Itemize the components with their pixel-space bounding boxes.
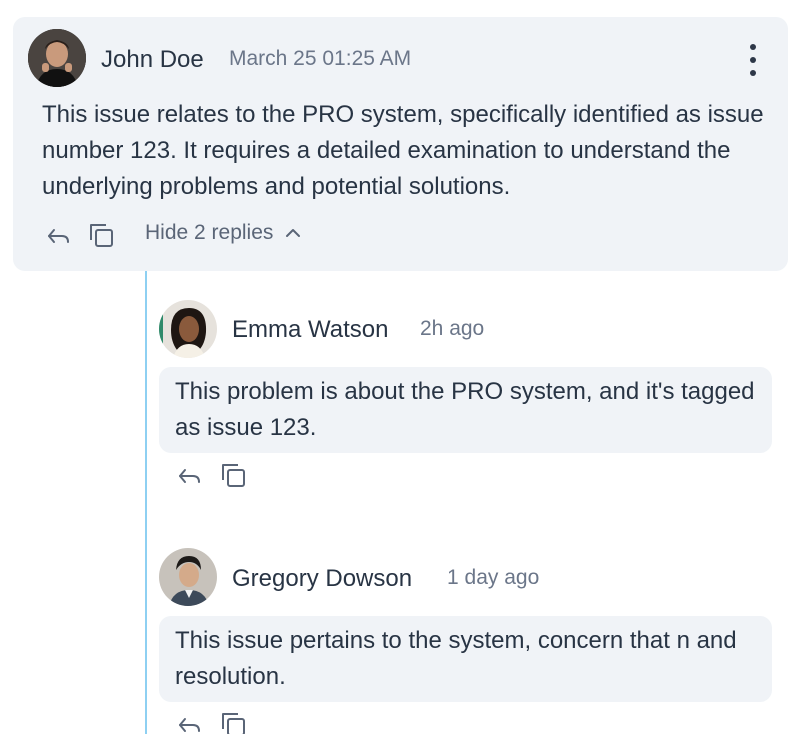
- reply-timestamp: 1 day ago: [447, 566, 540, 589]
- reply-text: This issue pertains to the system, conce…: [175, 627, 737, 690]
- reply-author-name[interactable]: Emma Watson: [232, 316, 388, 344]
- copy-icon: [90, 224, 113, 247]
- more-vertical-icon: [750, 44, 756, 50]
- chevron-up-icon: [286, 229, 301, 237]
- comment-thread: John Doe March 25 01:25 AM This issue re…: [0, 0, 802, 734]
- copy-button[interactable]: [86, 220, 116, 250]
- reply-icon: [179, 469, 200, 483]
- reply-text-bubble: This issue pertains to the system, conce…: [159, 616, 772, 702]
- reply-author-name[interactable]: Gregory Dowson: [232, 565, 412, 593]
- comment-author-name[interactable]: John Doe: [101, 46, 204, 74]
- comment-timestamp: March 25 01:25 AM: [229, 47, 412, 70]
- thread-line: [145, 271, 147, 734]
- hide-replies-toggle[interactable]: Hide 2 replies: [145, 221, 303, 245]
- more-options-button[interactable]: [738, 42, 768, 78]
- reply-button[interactable]: [175, 711, 205, 734]
- copy-button[interactable]: [218, 709, 248, 734]
- avatar[interactable]: [159, 300, 217, 358]
- avatar[interactable]: [159, 548, 217, 606]
- reply-text: This problem is about the PRO system, an…: [175, 378, 755, 441]
- copy-button[interactable]: [218, 460, 248, 490]
- reply-timestamp: 2h ago: [420, 317, 485, 340]
- reply-button[interactable]: [44, 222, 74, 252]
- reply-icon: [179, 718, 200, 732]
- reply-text-bubble: This problem is about the PRO system, an…: [159, 367, 772, 453]
- comment-text: This issue relates to the PRO system, sp…: [42, 101, 764, 200]
- copy-icon: [222, 713, 245, 734]
- avatar[interactable]: [28, 29, 86, 87]
- reply-icon: [48, 229, 69, 243]
- copy-icon: [222, 464, 245, 487]
- reply-button[interactable]: [175, 462, 205, 492]
- toggle-replies-label: Hide 2 replies: [145, 221, 274, 244]
